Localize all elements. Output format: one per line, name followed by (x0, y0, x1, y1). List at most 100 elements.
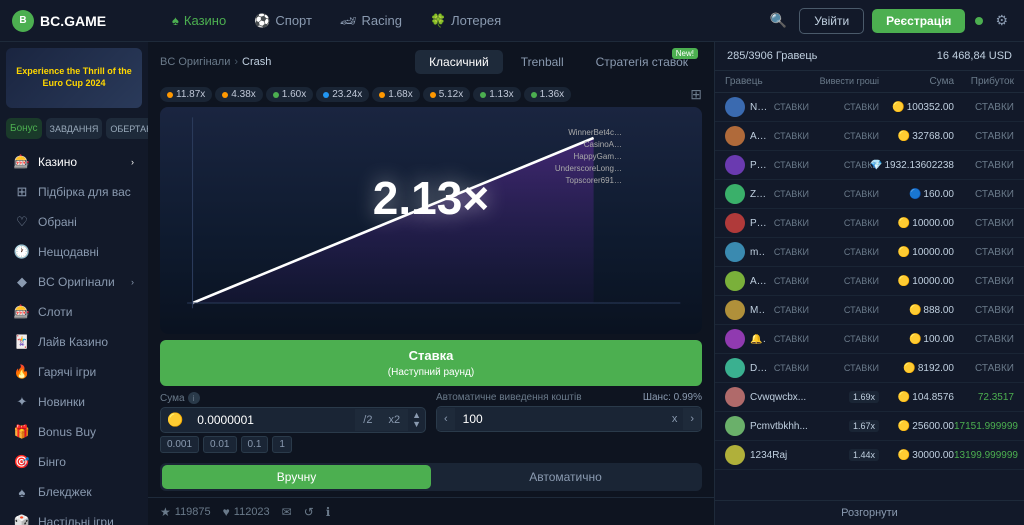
cashout-next-btn[interactable]: › (683, 408, 701, 430)
player-money: 1.67x (809, 420, 879, 432)
player-name: 1234Raj (750, 450, 787, 461)
history-dot (480, 92, 486, 98)
player-money: СТАВКИ (809, 102, 879, 112)
footer-stars-count: 119875 (175, 506, 211, 518)
player-sum: 🟡100352.00 (879, 102, 954, 113)
player-profit: СТАВКИ (954, 247, 1014, 258)
sidebar-item-blackjack[interactable]: ♠ Блекджек (0, 477, 148, 507)
history-item[interactable]: 1.36x (524, 87, 571, 102)
sidebar-item-selection[interactable]: ⊞ Підбірка для вас (0, 177, 148, 207)
footer-share[interactable]: ✉ (282, 505, 292, 519)
sidebar-item-favorites[interactable]: ♡ Обрані (0, 207, 148, 237)
player-action: СТАВКИ (774, 247, 809, 257)
footer-hearts[interactable]: ♥ 112023 (223, 505, 270, 519)
player-name: Pooch8920 (750, 160, 766, 171)
nav-casino[interactable]: ♠ Казино (160, 7, 238, 34)
bet-button[interactable]: Ставка (Наступний раунд) (160, 340, 702, 386)
footer-info[interactable]: ℹ (326, 505, 331, 519)
bet-presets: 0.001 0.01 0.1 1 (160, 436, 426, 453)
amount-field: Сума i 🟡 /2 x2 ▲ ▼ (160, 392, 426, 453)
player-sum: 🟡30000.00 (879, 450, 954, 461)
mode-tab-manual[interactable]: Вручну (162, 465, 431, 489)
nav-sport[interactable]: ⚽ Спорт (242, 7, 324, 35)
history-value: 1.68x (388, 89, 412, 100)
task-button[interactable]: ЗАВДАННЯ (46, 118, 103, 139)
amount-input[interactable] (189, 408, 355, 432)
col-header-money: Вивести гроші (809, 76, 879, 87)
preset-1[interactable]: 1 (272, 436, 292, 453)
cashout-prev-btn[interactable]: ‹ (437, 408, 455, 430)
nav-lottery[interactable]: 🍀 Лотерея (418, 7, 513, 35)
sidebar-item-bonus-buy[interactable]: 🎁 Bonus Buy (0, 417, 148, 447)
cashout-input-row: ‹ x › (436, 406, 702, 432)
new-badge: New! (672, 48, 698, 59)
sport-nav-label: Спорт (275, 13, 312, 28)
history-item[interactable]: 1.60x (266, 87, 313, 102)
player-profit: СТАВКИ (954, 363, 1014, 374)
sidebar-item-table-games[interactable]: 🎲 Настільні ігри (0, 507, 148, 525)
register-button[interactable]: Реєстрація (872, 9, 965, 33)
multiply-btn[interactable]: x2 (380, 409, 408, 431)
player-profit: СТАВКИ (954, 102, 1014, 113)
sidebar-item-label: Bonus Buy (38, 425, 96, 439)
players-columns: Гравець Вивести гроші Сума Прибуток (715, 71, 1024, 93)
sidebar-item-news[interactable]: ✦ Новинки (0, 387, 148, 417)
mode-tabs: Вручну Автоматично (160, 463, 702, 491)
sidebar-item-hot-games[interactable]: 🔥 Гарячі ігри (0, 357, 148, 387)
table-icon: 🎲 (14, 514, 30, 525)
footer-refresh[interactable]: ↺ (304, 505, 314, 519)
search-icon[interactable]: 🔍 (766, 8, 791, 33)
login-button[interactable]: Увійти (799, 8, 864, 34)
history-dot (273, 92, 279, 98)
show-more-button[interactable]: Розгорнути (715, 500, 1024, 525)
player-name: Nasir17541 (750, 102, 766, 113)
player-action: СТАВКИ (774, 363, 809, 373)
history-item[interactable]: 1.68x (372, 87, 419, 102)
player-money: СТАВКИ (809, 363, 879, 373)
history-dot (222, 92, 228, 98)
history-item[interactable]: 11.87x (160, 87, 212, 102)
bingo-icon: 🎯 (14, 454, 30, 470)
tab-strategy[interactable]: Стратегія ставок New! (582, 50, 702, 74)
player-money: 1.44x (809, 449, 879, 461)
history-settings-icon[interactable]: ⊞ (690, 86, 702, 103)
amount-down-btn[interactable]: ▼ (412, 420, 421, 429)
sidebar-item-bc-originals[interactable]: ◆ BC Оригінали › (0, 267, 148, 297)
bonus-button[interactable]: Бонус (6, 118, 42, 139)
history-item[interactable]: 23.24x (316, 87, 369, 102)
player-profit: СТАВКИ (954, 305, 1014, 316)
preset-001[interactable]: 0.01 (203, 436, 236, 453)
tab-classic[interactable]: Класичний (415, 50, 503, 74)
logo-text: BC.GAME (40, 13, 106, 29)
history-item[interactable]: 1.13x (473, 87, 520, 102)
chevron-icon: › (131, 277, 134, 287)
player-profit: СТАВКИ (954, 276, 1014, 287)
player-money: 1.69x (809, 391, 879, 403)
preset-0001[interactable]: 0.001 (160, 436, 199, 453)
mode-tab-auto[interactable]: Автоматично (431, 465, 700, 489)
logo-area: B BC.GAME (0, 0, 148, 42)
history-item[interactable]: 5.12x (423, 87, 470, 102)
history-bar: 11.87x 4.38x 1.60x 23.24x 1.68x (148, 82, 714, 107)
history-item[interactable]: 4.38x (215, 87, 262, 102)
preset-01[interactable]: 0.1 (241, 436, 269, 453)
player-sum: 🟡100.00 (879, 334, 954, 345)
logo-icon: B (12, 10, 34, 32)
nav-racing[interactable]: 🏎 Racing (328, 7, 414, 35)
breadcrumb-home[interactable]: BC Оригінали (160, 56, 230, 68)
cashout-input[interactable] (455, 407, 672, 431)
spin-button[interactable]: ОБЕРТАННЯ (106, 118, 148, 139)
footer-stars[interactable]: ★ 119875 (160, 505, 211, 519)
sidebar-item-casino[interactable]: 🎰 Казино › (0, 147, 148, 177)
tab-trenball[interactable]: Trenball (507, 50, 578, 74)
settings-icon[interactable]: ⚙ (991, 8, 1012, 33)
avatar (725, 184, 745, 204)
sidebar: B BC.GAME Experience the Thrill of the E… (0, 0, 148, 525)
sidebar-item-recent[interactable]: 🕐 Нещодавні (0, 237, 148, 267)
sidebar-item-live-casino[interactable]: 🃏 Лайв Казино (0, 327, 148, 357)
sidebar-item-bingo[interactable]: 🎯 Бінго (0, 447, 148, 477)
player-info: Ptaxcbiljpyb СТАВКИ (725, 213, 809, 233)
promo-banner[interactable]: Experience the Thrill of the Euro Cup 20… (6, 48, 142, 108)
sidebar-item-slots[interactable]: 🎰 Слоти (0, 297, 148, 327)
divide-btn[interactable]: /2 (355, 409, 380, 431)
